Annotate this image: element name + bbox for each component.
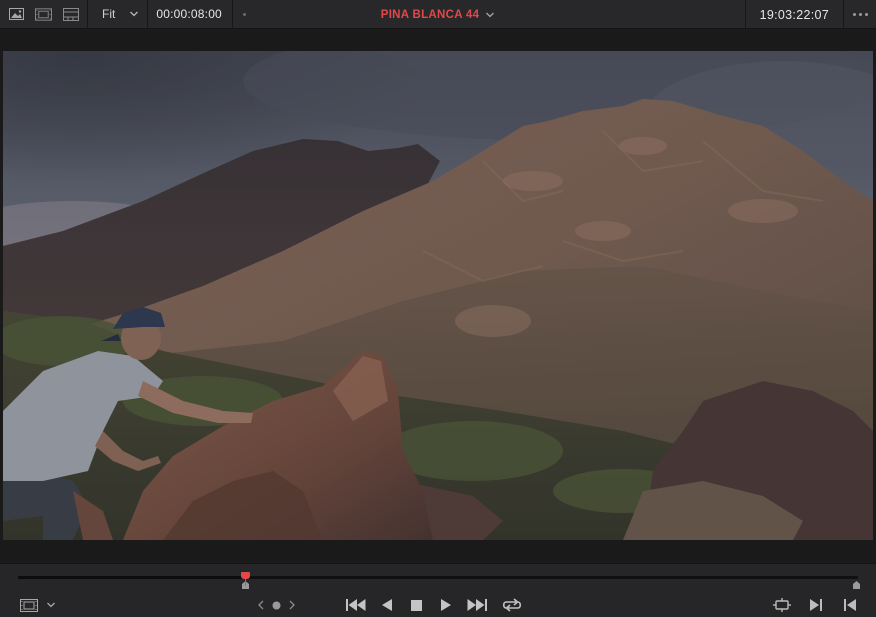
play-reverse-icon (382, 599, 392, 611)
jog-wheel[interactable] (269, 595, 283, 615)
video-frame[interactable] (3, 51, 873, 540)
record-timecode[interactable]: 19:03:22:07 (746, 0, 843, 29)
stop-icon (410, 599, 422, 611)
clip-name-dropdown[interactable]: PINA BLANCA 44 (381, 9, 496, 21)
skip-to-start-icon (346, 599, 366, 611)
match-frame-button[interactable] (772, 595, 792, 615)
playhead-line (245, 578, 246, 586)
chevron-down-icon (47, 602, 55, 608)
transport-controls (0, 592, 876, 617)
skip-to-end-icon (467, 599, 487, 611)
zoom-dropdown[interactable]: Fit (88, 0, 147, 28)
previous-frame-icon (844, 599, 856, 611)
timeline-scrubber[interactable] (18, 572, 860, 592)
image-view-icon[interactable] (8, 8, 25, 21)
more-dot-icon (864, 13, 868, 16)
more-dot-icon (858, 13, 862, 16)
match-frame-icon (773, 598, 791, 612)
skip-to-start-button[interactable] (345, 595, 367, 615)
source-timecode[interactable]: 00:00:08:00 (148, 0, 232, 28)
chevron-down-icon (486, 12, 495, 17)
cinema-view-icon[interactable] (62, 7, 79, 21)
view-mode-group (0, 0, 87, 28)
next-frame-button[interactable] (808, 595, 824, 615)
play-button[interactable] (439, 595, 453, 615)
more-dot-icon (852, 13, 856, 16)
viewer-mode-button[interactable] (18, 595, 40, 615)
skip-to-end-button[interactable] (466, 595, 488, 615)
more-options-button[interactable] (844, 0, 876, 29)
stop-button[interactable] (409, 595, 423, 615)
next-frame-icon (810, 599, 822, 611)
viewer-mode-dropdown[interactable] (44, 595, 58, 615)
film-strip-view-icon[interactable] (35, 7, 52, 21)
previous-frame-button[interactable] (842, 595, 858, 615)
jog-right-button[interactable] (285, 595, 299, 615)
jog-left-button[interactable] (254, 595, 268, 615)
loop-icon (502, 598, 522, 612)
video-frame-image (3, 51, 873, 540)
clip-name: PINA BLANCA 44 (380, 8, 480, 21)
loop-button[interactable] (501, 595, 523, 615)
transport-bar (0, 563, 876, 617)
chevron-right-icon (289, 600, 295, 610)
chevron-down-icon (130, 11, 139, 17)
jog-dot-icon (272, 601, 280, 609)
toolbar-right: 19:03:22:07 (744, 0, 876, 29)
play-reverse-button[interactable] (380, 595, 394, 615)
zoom-label: Fit (102, 7, 116, 21)
dot-icon (242, 12, 246, 16)
playhead[interactable] (241, 572, 251, 592)
chevron-left-icon (258, 600, 264, 610)
out-point-marker[interactable] (853, 581, 860, 589)
viewer-window: Fit 00:00:08:00 PINA BLANCA 44 19:03:22:… (0, 0, 876, 617)
timecode-options-button[interactable] (233, 0, 256, 28)
scrubber-played-range (18, 576, 245, 579)
viewer-mode-icon (20, 598, 38, 612)
play-icon (441, 599, 451, 611)
